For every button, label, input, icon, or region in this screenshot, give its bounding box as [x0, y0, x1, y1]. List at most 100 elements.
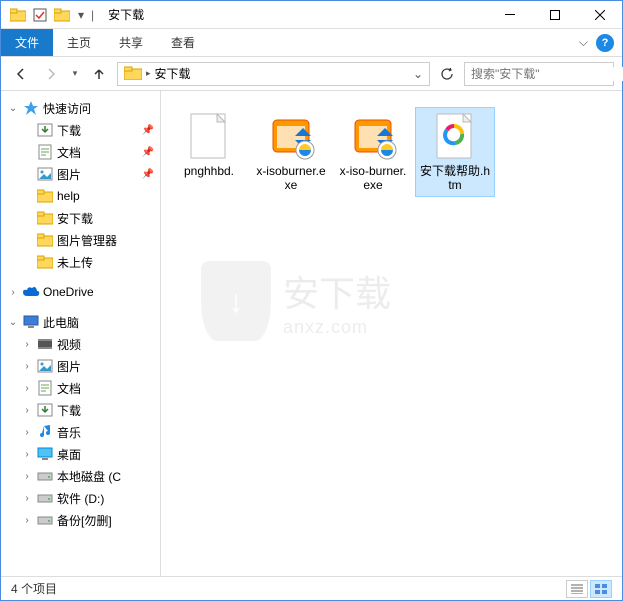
- sidebar-item-label: 下载: [57, 122, 81, 139]
- item-count: 4 个项目: [11, 580, 57, 597]
- chevron-right-icon[interactable]: ›: [21, 493, 33, 504]
- expand-ribbon-icon[interactable]: ⌵: [579, 35, 588, 50]
- sidebar-item[interactable]: › 音乐: [1, 421, 160, 443]
- sidebar-item[interactable]: › 本地磁盘 (C: [1, 465, 160, 487]
- tab-view[interactable]: 查看: [157, 29, 209, 56]
- folder-icon: [36, 188, 54, 204]
- chevron-right-icon[interactable]: ›: [7, 287, 19, 298]
- help-icon[interactable]: ?: [596, 34, 614, 52]
- forward-button[interactable]: [39, 62, 63, 86]
- sidebar-item-label: 视频: [57, 336, 81, 353]
- onedrive-root[interactable]: › OneDrive: [1, 281, 160, 303]
- file-item[interactable]: x-iso-burner.exe: [333, 107, 413, 197]
- back-button[interactable]: [9, 62, 33, 86]
- sidebar-item[interactable]: › 软件 (D:): [1, 487, 160, 509]
- folder-icon: [36, 210, 54, 226]
- sidebar-item[interactable]: 下载 📌: [1, 119, 160, 141]
- pictures-icon: [36, 166, 54, 182]
- quick-access-root[interactable]: ⌄ 快速访问: [1, 97, 160, 119]
- folder-icon: [36, 232, 54, 248]
- sidebar-item[interactable]: › 桌面: [1, 443, 160, 465]
- address-bar[interactable]: ▸ 安下载 ⌄: [117, 62, 430, 86]
- chevron-right-icon[interactable]: ›: [21, 427, 33, 438]
- file-item[interactable]: pnghhbd.: [169, 107, 249, 197]
- drive-icon: [36, 490, 54, 506]
- desktop-icon: [36, 446, 54, 462]
- chevron-right-icon[interactable]: ›: [21, 449, 33, 460]
- title-divider: |: [91, 8, 94, 22]
- minimize-button[interactable]: [487, 1, 532, 29]
- sidebar-item[interactable]: 未上传: [1, 251, 160, 273]
- file-item[interactable]: x-isoburner.exe: [251, 107, 331, 197]
- folder-icon: [124, 66, 142, 82]
- sidebar-item[interactable]: ›图片: [1, 355, 160, 377]
- status-bar: 4 个项目: [1, 576, 622, 600]
- folder-icon[interactable]: [9, 6, 27, 24]
- music-icon: [36, 424, 54, 440]
- tab-file[interactable]: 文件: [1, 29, 53, 56]
- file-thumb: [349, 112, 397, 160]
- sidebar-item[interactable]: help: [1, 185, 160, 207]
- navigation-pane[interactable]: ⌄ 快速访问 下载📌文档📌图片📌help安下载图片管理器未上传 › OneDri…: [1, 91, 161, 576]
- details-view-button[interactable]: [566, 580, 588, 598]
- chevron-right-icon[interactable]: ›: [21, 405, 33, 416]
- pin-icon: 📌: [142, 125, 154, 136]
- chevron-down-icon[interactable]: ⌄: [7, 103, 19, 114]
- chevron-right-icon[interactable]: ›: [21, 361, 33, 372]
- chevron-right-icon[interactable]: ›: [21, 515, 33, 526]
- address-path[interactable]: 安下载: [151, 65, 409, 82]
- file-thumb: [431, 112, 479, 160]
- tab-home[interactable]: 主页: [53, 29, 105, 56]
- tab-share[interactable]: 共享: [105, 29, 157, 56]
- sidebar-item-label: 下载: [57, 402, 81, 419]
- sidebar-item[interactable]: ›文档: [1, 377, 160, 399]
- chevron-down-icon[interactable]: ⌄: [7, 317, 19, 328]
- sidebar-item-label: 音乐: [57, 424, 81, 441]
- download-icon: [36, 402, 54, 418]
- up-button[interactable]: [87, 62, 111, 86]
- icons-view-button[interactable]: [590, 580, 612, 598]
- sidebar-item-label: 图片: [57, 166, 81, 183]
- sidebar-item[interactable]: 图片管理器: [1, 229, 160, 251]
- chevron-right-icon[interactable]: ›: [21, 383, 33, 394]
- sidebar-item[interactable]: 安下载: [1, 207, 160, 229]
- properties-icon[interactable]: [31, 6, 49, 24]
- sidebar-item-label: 本地磁盘 (C: [57, 468, 121, 485]
- body-area: ⌄ 快速访问 下载📌文档📌图片📌help安下载图片管理器未上传 › OneDri…: [1, 91, 622, 576]
- search-input[interactable]: [471, 67, 623, 81]
- file-item[interactable]: 安下载帮助.htm: [415, 107, 495, 197]
- file-label: x-iso-burner.exe: [338, 164, 408, 193]
- recent-dropdown[interactable]: ▾: [69, 62, 81, 86]
- pin-icon: 📌: [142, 147, 154, 158]
- computer-icon: [22, 314, 40, 330]
- sidebar-item[interactable]: ›备份[勿删]: [1, 509, 160, 531]
- sidebar-item-label: 桌面: [57, 446, 81, 463]
- address-dropdown-icon[interactable]: ⌄: [409, 67, 427, 81]
- pictures-icon: [36, 358, 54, 374]
- sidebar-item-label: 图片管理器: [57, 232, 117, 249]
- folder-icon-2[interactable]: [53, 6, 71, 24]
- close-button[interactable]: [577, 1, 622, 29]
- chevron-right-icon[interactable]: ›: [21, 471, 33, 482]
- sidebar-item[interactable]: 文档📌: [1, 141, 160, 163]
- qat-dropdown-icon[interactable]: ▾: [75, 6, 87, 24]
- this-pc-root[interactable]: ⌄ 此电脑: [1, 311, 160, 333]
- chevron-right-icon[interactable]: ›: [21, 339, 33, 350]
- nav-bar: ▾ ▸ 安下载 ⌄: [1, 57, 622, 91]
- drive-icon: [36, 468, 54, 484]
- sidebar-item-label: 软件 (D:): [57, 490, 104, 507]
- sidebar-item[interactable]: › 下载: [1, 399, 160, 421]
- file-label: pnghhbd.: [184, 164, 234, 178]
- refresh-button[interactable]: [436, 63, 458, 85]
- window-title: 安下载: [108, 6, 144, 23]
- sidebar-item-label: help: [57, 189, 80, 203]
- sidebar-item[interactable]: › 视频: [1, 333, 160, 355]
- file-list[interactable]: ↓ 安下载 anxz.com pnghhbd.x-isoburner.exex-…: [161, 91, 622, 576]
- pin-icon: 📌: [142, 169, 154, 180]
- maximize-button[interactable]: [532, 1, 577, 29]
- ribbon-tabs: 文件 主页 共享 查看 ⌵ ?: [1, 29, 622, 57]
- sidebar-item[interactable]: 图片 📌: [1, 163, 160, 185]
- document-icon: [36, 380, 54, 396]
- search-box[interactable]: [464, 62, 614, 86]
- download-icon: [36, 122, 54, 138]
